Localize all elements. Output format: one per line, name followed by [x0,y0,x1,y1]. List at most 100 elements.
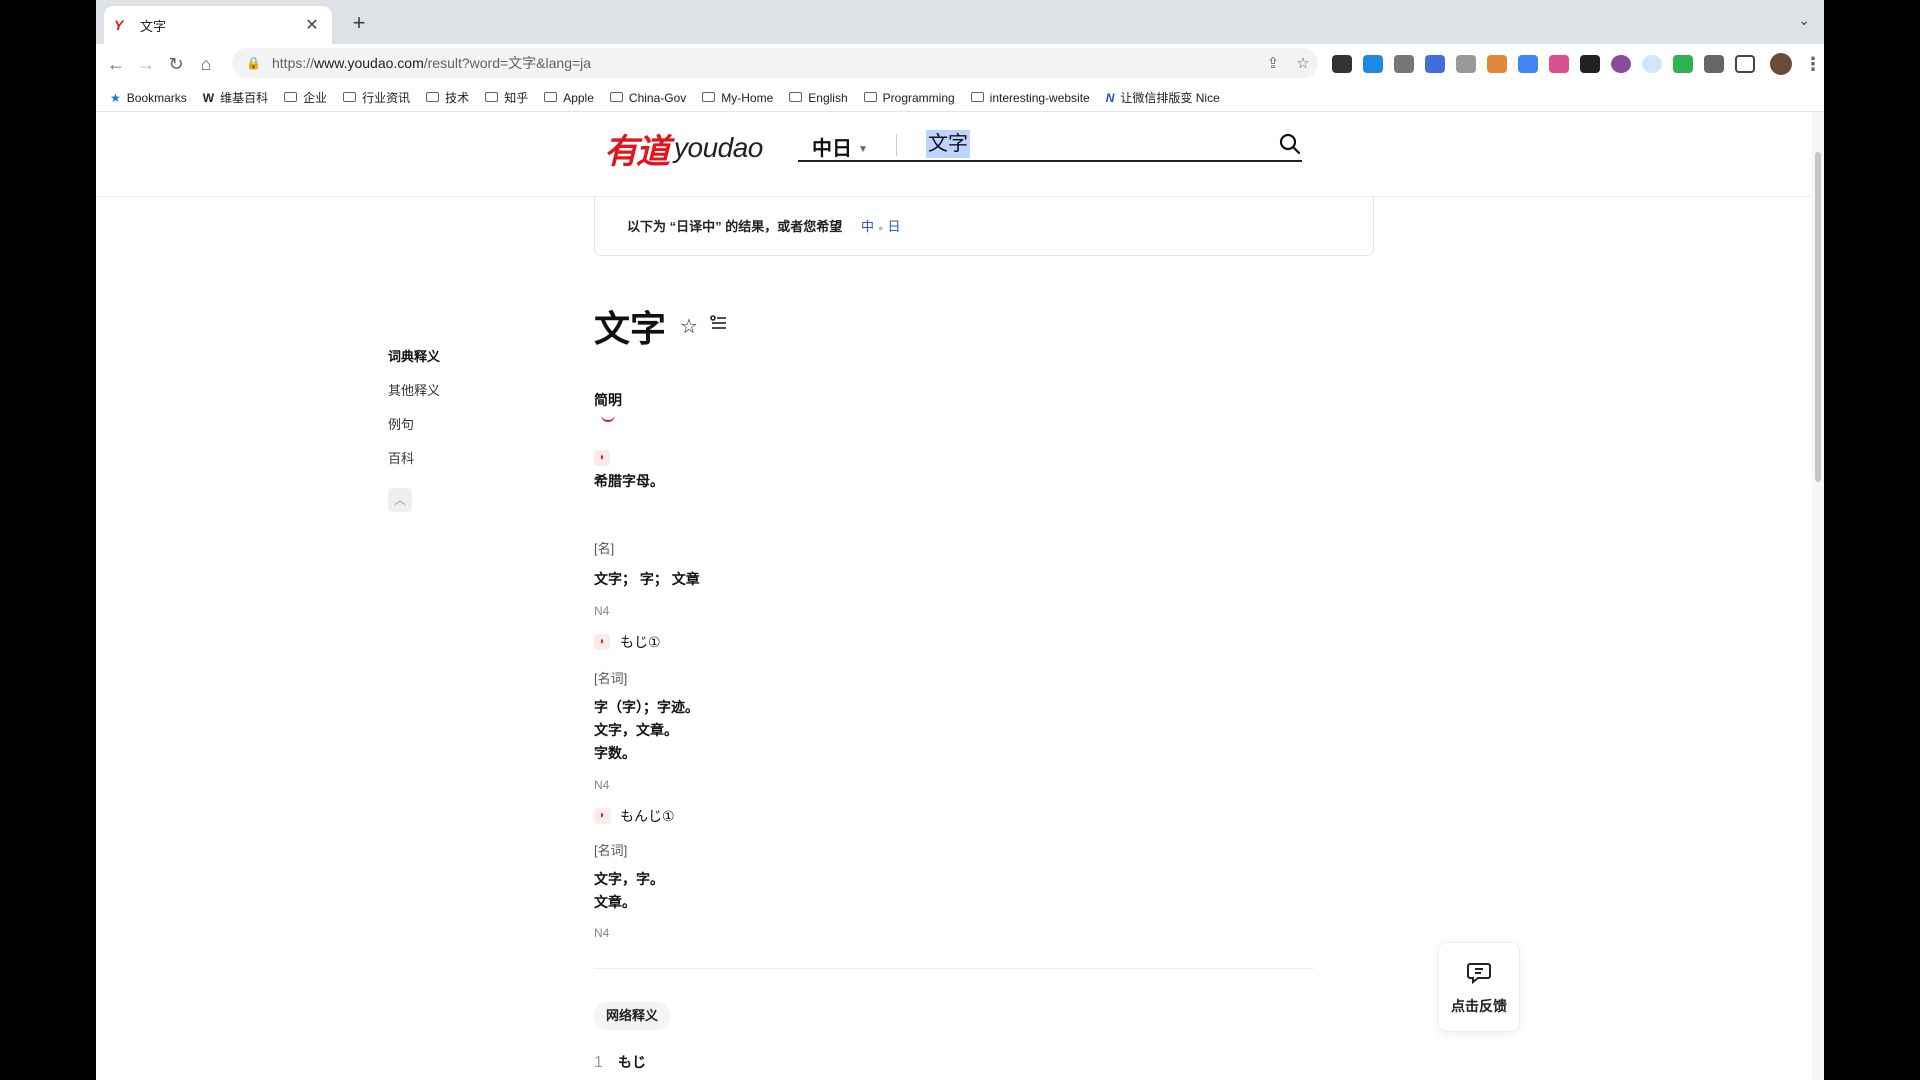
folder-icon [863,91,877,105]
search-underline [798,160,1302,162]
bookmark-folder[interactable]: My-Home [702,91,773,105]
swap-icon: ● [878,223,884,233]
link-ja[interactable]: 日 [887,219,900,234]
part-of-speech: [名词] [594,843,628,858]
qr-code-icon[interactable] [1456,55,1476,73]
tab-strip: Y 文字 ✕ + ⌄ [96,0,1824,44]
extension-icon[interactable] [1363,55,1383,73]
folder-icon [343,91,357,105]
divider [594,968,1314,969]
folder-icon [702,91,716,105]
extension-icon[interactable] [1425,55,1445,73]
side-nav-wiki[interactable]: 百科 [388,442,440,476]
tab-search-chevron-icon[interactable]: ⌄ [1798,12,1810,29]
browser-window: Y 文字 ✕ + ⌄ ← → ↻ ⌂ 🔒 https://www.youdao.… [96,0,1824,1080]
extension-icon[interactable] [1518,55,1538,73]
logo-cn: 有道 [604,132,670,171]
feedback-label: 点击反馈 [1451,998,1507,1014]
speaker-icon[interactable]: ◗ [594,634,610,650]
youdao-logo[interactable]: 有道 youdao [604,128,763,171]
jlpt-level: N4 [594,926,610,940]
bookmark-item[interactable]: W 维基百科 [203,89,268,106]
extension-icon[interactable] [1611,55,1631,73]
extension-icon[interactable] [1580,55,1600,73]
page-content: 有道 youdao 中日 ▼ 文字 以下为 “日译中” 的结果，或者您希望 中 ● 日… [96,112,1824,1080]
download-icon[interactable] [1394,55,1414,73]
wordbook-list-icon[interactable] [710,314,728,332]
side-panel-icon[interactable] [1735,55,1755,73]
bookmark-folder[interactable]: 企业 [284,89,327,106]
extension-icon[interactable] [1642,55,1662,73]
definition: 希腊字母。 [594,473,664,489]
bookmark-item[interactable]: N 让微信排版变 Nice [1106,89,1220,106]
bookmark-folder[interactable]: Programming [863,91,955,105]
side-nav-dict[interactable]: 词典释义 [388,340,440,374]
scrollbar[interactable] [1812,112,1824,1080]
new-tab-button[interactable]: + [346,10,372,36]
bookmarks-bar: ★ Bookmarks W 维基百科 企业 行业资讯 技术 知乎 Apple Chi… [96,84,1824,112]
folder-icon [970,91,984,105]
extension-icon[interactable] [1332,55,1352,73]
reading: もじ① [620,634,661,650]
youdao-favicon-icon: Y [114,17,124,33]
extension-icon[interactable] [1549,55,1569,73]
logo-en: youdao [674,132,763,163]
puzzle-icon[interactable] [1704,55,1724,73]
home-icon[interactable]: ⌂ [192,50,220,78]
definition: 文字，字。 [594,871,664,887]
url-text[interactable]: https://www.youdao.com/result?word=文字&la… [272,53,1258,73]
section-underline [601,414,615,422]
bookmark-folder[interactable]: 行业资讯 [343,89,410,106]
bookmark-folder[interactable]: China-Gov [609,91,686,105]
forward-icon[interactable]: → [132,50,160,78]
favorite-star-icon[interactable]: ☆ [680,314,698,339]
bookmark-folder[interactable]: 技术 [426,89,469,106]
suggestion-links: 中 ● 日 [861,216,900,235]
part-of-speech: [名词] [594,671,628,686]
site-header: 有道 youdao 中日 ▼ 文字 [96,112,1812,197]
section-title: 简明 [594,392,622,408]
folder-icon [609,91,623,105]
speaker-icon[interactable]: ◗ [594,808,610,824]
side-nav-examples[interactable]: 例句 [388,408,440,442]
folder-icon [544,91,558,105]
feedback-button[interactable]: 点击反馈 [1438,942,1520,1032]
lock-icon[interactable]: 🔒 [246,56,261,70]
back-icon[interactable]: ← [102,50,130,78]
link-zh[interactable]: 中 [861,219,874,234]
tab-active[interactable]: Y 文字 ✕ [104,6,332,44]
browser-toolbar: ← → ↻ ⌂ 🔒 https://www.youdao.com/result?… [96,44,1824,84]
suggestion-text: 以下为 “日译中” 的结果，或者您希望 [627,219,843,234]
part-of-speech: [名] [594,541,615,556]
tab-web-definitions[interactable]: 网络释义 [594,1002,671,1030]
folder-icon [485,91,499,105]
bookmark-folder[interactable]: interesting-website [970,91,1090,105]
speaker-icon[interactable]: ◗ [594,450,610,466]
reading: もんじ① [620,808,675,824]
folder-icon [789,91,803,105]
definition: 文字； 字； 文章 [594,571,700,587]
search-input[interactable]: 文字 [926,130,970,158]
search-icon[interactable] [1278,132,1302,156]
shield-icon[interactable] [1673,55,1693,73]
address-bar[interactable]: 🔒 https://www.youdao.com/result?word=文字&… [232,48,1318,78]
bookmark-folder[interactable]: Apple [544,91,594,105]
bookmark-folder[interactable]: English [789,91,848,105]
close-tab-icon[interactable]: ✕ [302,15,322,35]
share-icon[interactable]: ⇪ [1258,54,1288,72]
web-definition-item: もじ [618,1054,646,1070]
extension-icon[interactable] [1487,55,1507,73]
scroll-thumb[interactable] [1815,152,1821,482]
reload-icon[interactable]: ↻ [162,50,190,78]
star-icon: ★ [110,90,121,105]
bookmark-star-icon[interactable]: ☆ [1288,54,1318,72]
back-to-top-icon[interactable]: ︿ [388,488,412,512]
profile-avatar[interactable] [1770,53,1792,75]
bookmark-folder[interactable]: 知乎 [485,89,528,106]
definition: 字（字）；字迹。 [594,699,699,715]
more-menu-icon[interactable]: ⋮ [1804,54,1822,75]
bookmark-item[interactable]: ★ Bookmarks [110,91,187,105]
side-nav-other[interactable]: 其他释义 [388,374,440,408]
side-nav: 词典释义 其他释义 例句 百科 ︿ [388,340,440,512]
language-select[interactable]: 中日 ▼ [812,132,868,161]
